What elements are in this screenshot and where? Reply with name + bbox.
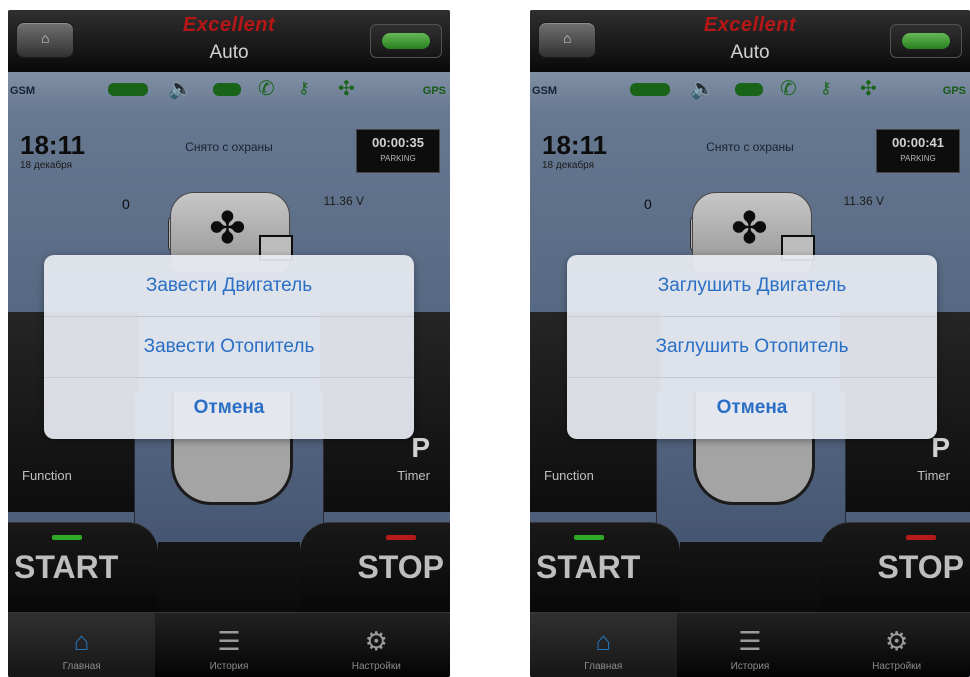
stop-heater-option[interactable]: Заглушить Отопитель [567,316,937,378]
phone-screen-left: ⌂ Excellent Auto GSM 🔈 ✆ ⚷ ✣ GPS 18:11 1… [8,10,450,677]
start-heater-option[interactable]: Завести Отопитель [44,316,414,378]
action-dialog: Заглушить Двигатель Заглушить Отопитель … [567,255,937,439]
cancel-button[interactable]: Отмена [567,377,937,438]
cancel-button[interactable]: Отмена [44,377,414,438]
stop-engine-option[interactable]: Заглушить Двигатель [567,255,937,317]
phone-screen-right: ⌂ Excellent Auto GSM 🔈 ✆ ⚷ ✣ GPS 18:11 1… [530,10,970,677]
action-dialog: Завести Двигатель Завести Отопитель Отме… [44,255,414,439]
start-engine-option[interactable]: Завести Двигатель [44,255,414,317]
